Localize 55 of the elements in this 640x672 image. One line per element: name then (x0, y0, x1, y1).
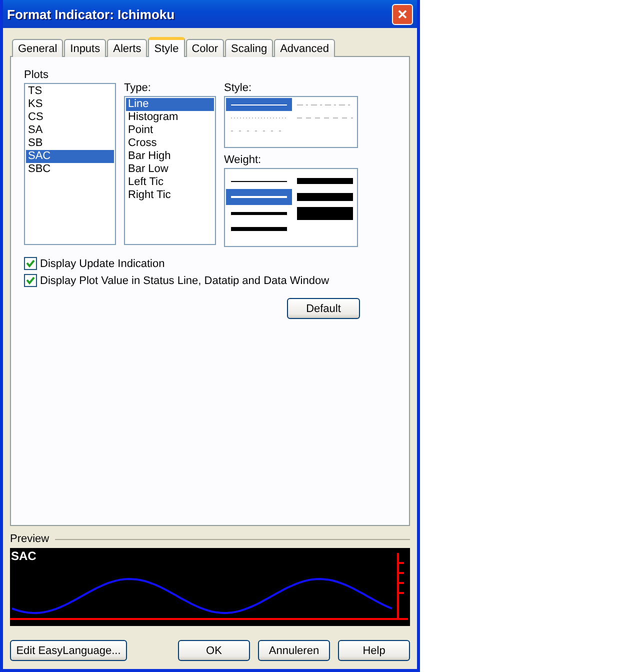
default-button[interactable]: Default (287, 298, 360, 319)
weight-list[interactable] (224, 168, 358, 247)
type-item[interactable]: Right Tic (126, 189, 214, 202)
plot-item[interactable]: CS (26, 111, 114, 124)
checkbox-label: Display Update Indication (40, 258, 165, 270)
line-sample-icon (231, 116, 287, 118)
plot-item[interactable]: KS (26, 98, 114, 111)
line-sample-icon (297, 193, 353, 201)
checkbox-label: Display Plot Value in Status Line, Datatip and Data Window (40, 274, 330, 286)
tab[interactable]: Alerts (107, 39, 148, 57)
plot-item[interactable]: SA (26, 124, 114, 137)
cancel-button[interactable]: Annuleren (258, 640, 330, 661)
preview-label: Preview (10, 533, 50, 545)
type-item[interactable]: Left Tic (126, 176, 214, 189)
plot-name: SAC (11, 549, 36, 563)
line-sample-icon (297, 178, 353, 184)
type-list[interactable]: Line Histogram Point Cross Bar High Bar Low Left Tic Right Tic (124, 96, 216, 245)
line-sample-icon (231, 227, 287, 231)
plots-label: Plots (24, 69, 50, 83)
plot-item[interactable]: SBC (26, 163, 114, 176)
window-title: Format Indicator: Ichimoku (7, 6, 175, 22)
tab[interactable]: Inputs (64, 39, 106, 57)
style-label: Style: (224, 82, 253, 96)
tab[interactable]: Scaling (225, 39, 274, 57)
type-item[interactable]: Line (126, 98, 214, 111)
type-item[interactable]: Point (126, 124, 214, 137)
line-style-option[interactable] (226, 98, 292, 111)
type-item[interactable]: Cross (126, 137, 214, 150)
line-sample-icon (231, 196, 287, 198)
ok-button[interactable]: OK (178, 640, 250, 661)
edit-easylanguage-button[interactable]: Edit EasyLanguage... (10, 640, 127, 661)
type-label: Type: (124, 82, 152, 96)
plot-item[interactable]: SAC (26, 150, 114, 163)
line-sample-icon (231, 212, 287, 214)
type-item[interactable]: Histogram (126, 111, 214, 124)
line-sample-icon (297, 206, 353, 220)
type-item[interactable]: Bar High (126, 150, 214, 163)
plots-list[interactable]: TS KS CS SA SB SAC SBC (24, 83, 116, 245)
line-sample-icon (297, 116, 353, 118)
type-item[interactable]: Bar Low (126, 163, 214, 176)
tab[interactable]: Color (186, 39, 224, 57)
close-button[interactable]: ✕ (392, 4, 413, 24)
checkbox[interactable] (24, 257, 37, 270)
tab[interactable]: Style (148, 37, 185, 57)
plot-item[interactable]: SB (26, 137, 114, 150)
tab[interactable]: General (12, 39, 64, 57)
checkbox[interactable] (24, 274, 37, 287)
style-list[interactable] (224, 96, 358, 148)
help-button[interactable]: Help (338, 640, 410, 661)
weight-label: Weight: (224, 154, 262, 168)
line-sample-icon (297, 104, 353, 106)
line-sample-icon (231, 180, 287, 182)
line-sample-icon (231, 104, 287, 106)
tab[interactable]: Advanced (274, 39, 336, 57)
plot-item[interactable]: TS (26, 85, 114, 98)
